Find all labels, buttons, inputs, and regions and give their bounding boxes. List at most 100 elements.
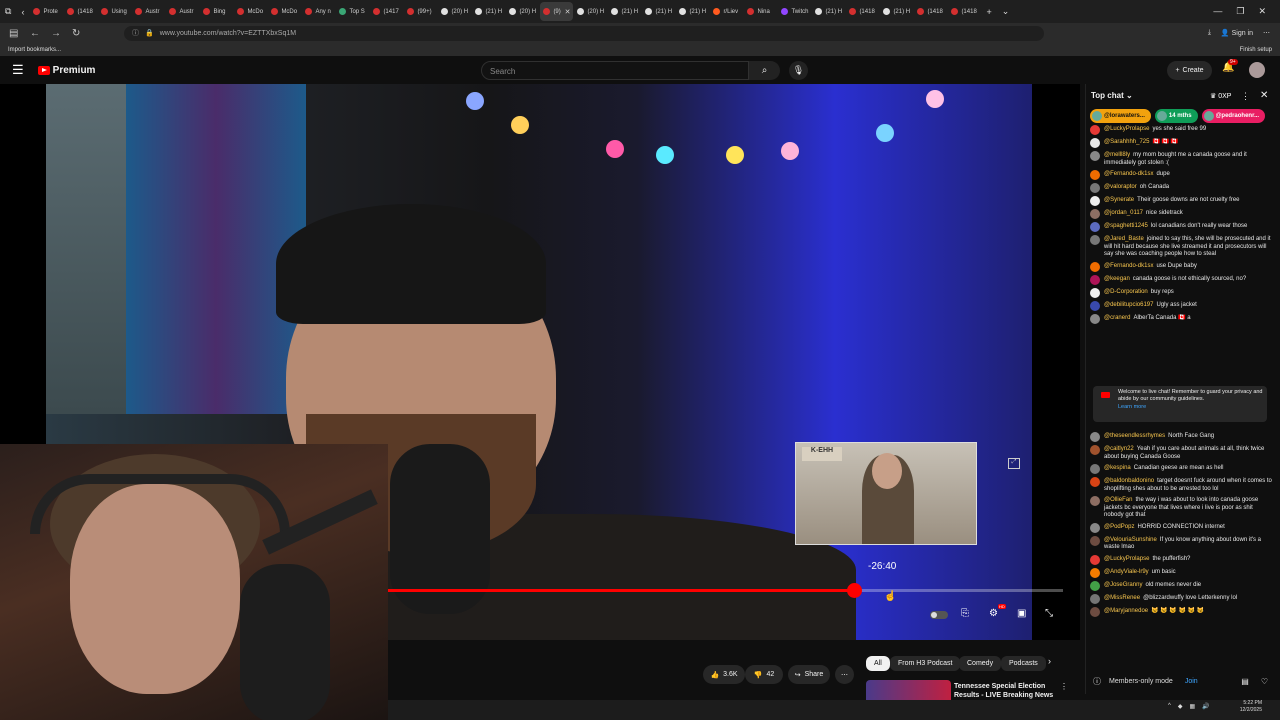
pinned-ticker[interactable]: 14 mths <box>1154 109 1198 123</box>
fullscreen-icon[interactable]: ⤡ <box>1045 608 1053 619</box>
browser-tab[interactable]: (20) H <box>506 2 539 21</box>
chat-message[interactable]: @keegan canada goose is not ethically sou… <box>1090 274 1272 285</box>
chat-message[interactable]: @Sarahhhh_725 🇨🇦 🇨🇦 🇨🇦 <box>1090 138 1272 148</box>
xp-badge[interactable]: ♛ 0XP <box>1210 92 1231 100</box>
info-icon[interactable]: ⓘ <box>1093 676 1101 687</box>
browser-tab[interactable]: (99+) <box>404 2 437 21</box>
back-button[interactable]: ← <box>30 28 42 39</box>
create-button[interactable]: + Create <box>1167 61 1212 80</box>
browser-tab[interactable]: Austr <box>132 2 165 21</box>
tray-app-icon[interactable]: ◆ <box>1178 703 1183 710</box>
chat-message[interactable]: @Jared_Baste joined to say this, she will… <box>1090 235 1272 259</box>
account-avatar[interactable] <box>1249 62 1265 78</box>
restore-button[interactable]: ❐ <box>1236 6 1244 17</box>
chat-message[interactable]: @jordan_0117 nice sidetrack <box>1090 209 1272 219</box>
chat-author[interactable]: @spaghetti1245 <box>1104 223 1148 229</box>
chat-message[interactable]: @PodPopz HORRID CONNECTION internet <box>1090 522 1272 533</box>
learn-more-link[interactable]: Learn more <box>1118 404 1263 411</box>
taskbar-clock[interactable]: 5:22 PM 12/2/2025 <box>1228 700 1262 714</box>
browser-tab[interactable]: McDo <box>234 2 267 21</box>
chat-author[interactable]: @PodPopz <box>1104 524 1134 530</box>
chat-message[interactable]: @AndyViale-lr9y um basic <box>1090 567 1272 578</box>
pinned-ticker[interactable]: @pedraohenr... <box>1201 109 1266 123</box>
close-window-button[interactable]: ✕ <box>1258 6 1266 17</box>
chat-author[interactable]: @Maryjannedoe <box>1104 608 1148 614</box>
browser-tab[interactable]: (1418 <box>914 2 947 21</box>
chat-message[interactable]: @LuckyProlapse yes she said free 99 <box>1090 125 1272 135</box>
chat-author[interactable]: @theseendlessrhymes <box>1104 433 1165 439</box>
autoplay-toggle[interactable] <box>930 611 948 619</box>
browser-tab[interactable]: (21) H <box>812 2 845 21</box>
browser-tab[interactable]: (21) H <box>608 2 641 21</box>
chat-message[interactable]: @VelouriaSunshine If you know anything ab… <box>1090 535 1272 552</box>
network-icon[interactable]: ▦ <box>1189 703 1195 710</box>
browser-tab[interactable]: (20) H <box>574 2 607 21</box>
chat-message[interactable]: @baldonbaldonino target doesnt fuck aroun… <box>1090 477 1272 493</box>
chat-author[interactable]: @caitlyn22 <box>1104 446 1134 452</box>
chat-message[interactable]: @spaghetti1245 lol canadians don't really… <box>1090 222 1272 232</box>
chat-message[interactable]: @Fernando-dk1sx dupe <box>1090 170 1272 180</box>
browser-tab[interactable]: Bing <box>200 2 233 21</box>
volume-icon[interactable]: 🔊 <box>1202 703 1209 710</box>
chat-author[interactable]: @VelouriaSunshine <box>1104 537 1157 543</box>
chat-author[interactable]: @cranerd <box>1104 315 1130 321</box>
recommendation-more-icon[interactable]: ⋮ <box>1060 682 1068 691</box>
info-icon[interactable]: ⓘ <box>132 28 139 38</box>
chat-author[interactable]: @JoseGranny <box>1104 582 1142 588</box>
like-button[interactable]: 👍 3.6K <box>703 665 745 684</box>
tab-actions-icon[interactable]: ⧉ <box>5 6 11 17</box>
chat-author[interactable]: @LuckyProlapse <box>1104 126 1149 132</box>
chat-message[interactable]: @kespina Canadian geese are mean as hell <box>1090 464 1272 474</box>
expand-pip-icon[interactable]: ⤢ <box>1008 458 1020 469</box>
browser-tab[interactable]: Nina <box>744 2 777 21</box>
chat-message[interactable]: @JoseGranny old memes never die <box>1090 580 1272 591</box>
sidebar-icon[interactable]: ▤ <box>9 28 21 39</box>
browser-tab[interactable]: (21) H <box>642 2 675 21</box>
chat-author[interactable]: @Synerate <box>1104 197 1134 203</box>
notifications-button[interactable]: 🔔 9+ <box>1222 59 1238 73</box>
tab-scroll-left-icon[interactable]: ‹ <box>21 7 24 17</box>
chat-author[interactable]: @melll8ly <box>1104 152 1130 158</box>
chip-from-h3-podcast[interactable]: From H3 Podcast <box>890 656 961 671</box>
browser-tab[interactable]: Twitch <box>778 2 811 21</box>
download-icon[interactable]: ⤓ <box>1208 29 1211 37</box>
forward-button[interactable]: → <box>51 28 63 39</box>
search-input[interactable]: Search <box>481 61 749 80</box>
profile-signin[interactable]: 👤 Sign in <box>1221 29 1253 37</box>
menu-icon[interactable]: ⋯ <box>1263 29 1270 37</box>
chat-author[interactable]: @kespina <box>1104 465 1131 471</box>
progress-bar[interactable] <box>388 583 1063 598</box>
chat-author[interactable]: @baldonbaldonino <box>1104 478 1154 484</box>
browser-tab[interactable]: (1418 <box>948 2 981 21</box>
chat-message[interactable]: @valoraptor oh Canada <box>1090 183 1272 193</box>
chat-author[interactable]: @jordan_0117 <box>1104 210 1143 216</box>
menu-hamburger-icon[interactable]: ☰ <box>12 62 24 78</box>
chat-author[interactable]: @LuckyProlapse <box>1104 556 1149 562</box>
dislike-button[interactable]: 👎 42 <box>745 665 783 684</box>
share-button[interactable]: ↪ Share <box>788 665 830 684</box>
chat-message[interactable]: @melll8ly my mom bought me a canada goose… <box>1090 151 1272 167</box>
chat-author[interactable]: @D-Corporation <box>1104 289 1148 295</box>
settings-gear-icon[interactable]: ⚙ <box>989 608 998 619</box>
browser-tab[interactable]: (1417 <box>370 2 403 21</box>
more-actions-button[interactable]: ⋯ <box>835 665 854 684</box>
chat-author[interactable]: @OllieFan <box>1104 497 1132 503</box>
browser-tab[interactable]: (21) H <box>472 2 505 21</box>
chat-author[interactable]: @Jared_Baste <box>1104 236 1144 242</box>
chat-message[interactable]: @OllieFan the way i was about to look int… <box>1090 496 1272 520</box>
pinned-ticker[interactable]: @lorawaters... <box>1090 109 1151 123</box>
browser-tab[interactable]: Austr <box>166 2 199 21</box>
chips-next-icon[interactable]: › <box>1048 656 1051 666</box>
voice-search-button[interactable]: 🎙 <box>789 61 808 80</box>
join-button[interactable]: Join <box>1185 678 1198 685</box>
chat-author[interactable]: @MissRenee <box>1104 595 1140 601</box>
youtube-premium-logo[interactable]: Premium <box>37 65 95 76</box>
picture-in-picture-video[interactable]: K-EHH <box>795 442 977 545</box>
reload-button[interactable]: ↻ <box>72 28 84 39</box>
chip-podcasts[interactable]: Podcasts <box>1001 656 1046 671</box>
browser-tab[interactable]: (21) H <box>676 2 709 21</box>
tab-list-icon[interactable]: ⌄ <box>1002 6 1010 17</box>
chat-author[interactable]: @keegan <box>1104 276 1130 282</box>
recommended-video-title[interactable]: Tennessee Special Election Results - LIV… <box>954 682 1054 702</box>
chat-author[interactable]: @AndyViale-lr9y <box>1104 569 1149 575</box>
